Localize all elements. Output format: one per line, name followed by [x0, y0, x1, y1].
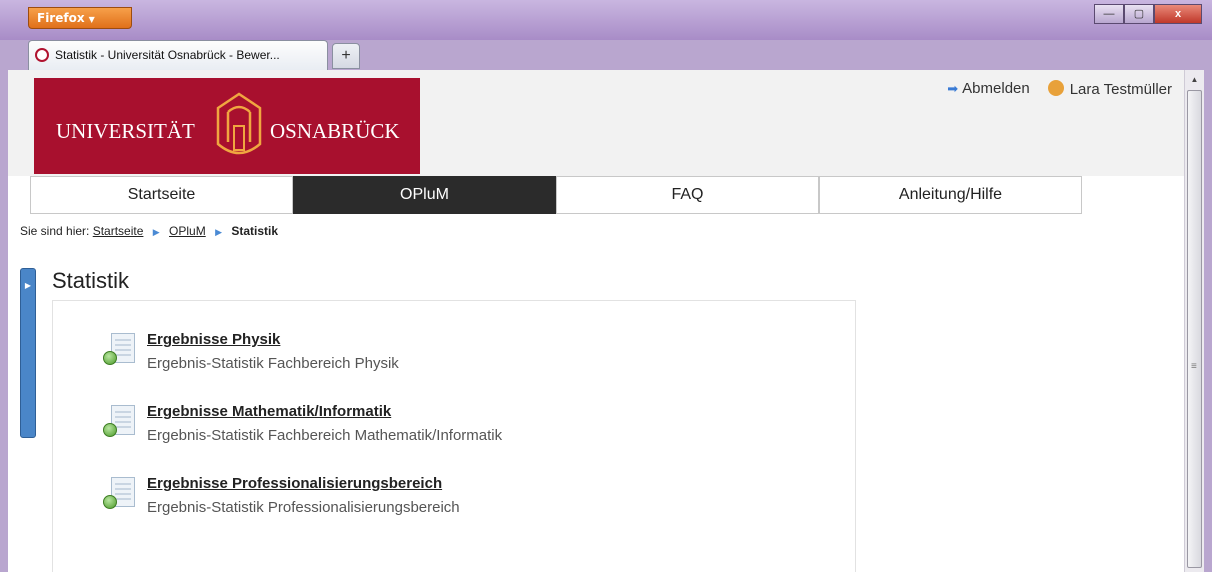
entry-description: Ergebnis-Statistik Professionalisierungs… [147, 499, 460, 516]
browser-tab-title: Statistik - Universität Osnabrück - Bewe… [55, 48, 280, 62]
breadcrumb-arrow-icon: ▶ [152, 227, 160, 237]
scroll-up-arrow-icon[interactable]: ▲ [1187, 72, 1202, 87]
user-icon [1047, 80, 1064, 96]
window-titlebar: Firefox ▼ — ▢ x [0, 0, 1212, 40]
logout-link[interactable]: ➡ Abmelden [947, 80, 1029, 98]
new-tab-button[interactable]: + [332, 43, 360, 69]
user-bar: ➡ Abmelden Lara Testmüller [947, 80, 1172, 98]
vertical-scrollbar[interactable]: ▲ ≡ [1184, 70, 1204, 572]
entry-description: Ergebnis-Statistik Fachbereich Physik [147, 355, 399, 372]
tab-bar: Statistik - Universität Osnabrück - Bewe… [8, 40, 1204, 70]
university-logo[interactable]: UNIVERSITÄT OSNABRÜCK [34, 78, 420, 174]
close-button[interactable]: x [1154, 4, 1202, 24]
entry-title-link[interactable]: Ergebnisse Physik [147, 331, 280, 348]
scrollbar-thumb[interactable]: ≡ [1187, 90, 1202, 568]
logout-label: Abmelden [962, 80, 1030, 97]
page-title: Statistik [52, 268, 130, 293]
logo-text-left: UNIVERSITÄT [56, 119, 195, 143]
minimize-button[interactable]: — [1094, 4, 1124, 24]
breadcrumb-current: Statistik [231, 224, 279, 238]
sidebar-toggle-button[interactable]: ▶ [20, 268, 36, 438]
page-viewport: UNIVERSITÄT OSNABRÜCK ➡ Abmelden Lara Tes… [8, 70, 1184, 572]
firefox-menu-button[interactable]: Firefox ▼ [28, 7, 132, 29]
entry-title-link[interactable]: Ergebnisse Mathematik/Informatik [147, 403, 391, 420]
arrow-right-icon: ➡ [947, 81, 959, 96]
nav-item-anleitung[interactable]: Anleitung/Hilfe [819, 176, 1082, 214]
university-crest-icon [216, 92, 262, 155]
entry-title-link[interactable]: Ergebnisse Professionalisierungsbereich [147, 475, 442, 492]
statistics-report-icon [103, 405, 137, 439]
breadcrumb-link-oplum[interactable]: OPluM [169, 224, 206, 238]
window-controls: — ▢ x [1094, 4, 1202, 24]
main-navigation: Startseite OPluM FAQ Anleitung/Hilfe [30, 176, 1082, 214]
statistics-report-icon [103, 477, 137, 511]
breadcrumb-link-startseite[interactable]: Startseite [93, 224, 144, 238]
chevron-right-icon: ▶ [24, 281, 32, 290]
user-profile-link[interactable]: Lara Testmüller [1047, 80, 1172, 98]
university-favicon-icon [35, 48, 49, 62]
chevron-down-icon: ▼ [88, 15, 95, 24]
nav-item-faq[interactable]: FAQ [556, 176, 819, 214]
breadcrumb-arrow-icon: ▶ [215, 227, 222, 237]
entry-description: Ergebnis-Statistik Fachbereich Mathemati… [147, 427, 503, 444]
maximize-button[interactable]: ▢ [1124, 4, 1154, 24]
breadcrumb-prefix: Sie sind hier: [20, 224, 90, 238]
statistics-list: Ergebnisse Physik Ergebnis-Statistik Fac… [52, 300, 856, 572]
logo-text-right: OSNABRÜCK [270, 119, 400, 143]
firefox-menu-label: Firefox [37, 11, 85, 25]
nav-item-startseite[interactable]: Startseite [30, 176, 293, 214]
breadcrumb: Sie sind hier: Startseite ▶ OPluM ▶ Stat… [20, 224, 278, 238]
grip-icon: ≡ [1191, 361, 1197, 372]
statistics-report-icon [103, 333, 137, 367]
site-header: UNIVERSITÄT OSNABRÜCK ➡ Abmelden Lara Tes… [8, 70, 1184, 176]
browser-tab[interactable]: Statistik - Universität Osnabrück - Bewe… [28, 40, 328, 70]
nav-item-oplum[interactable]: OPluM [293, 176, 556, 214]
user-name: Lara Testmüller [1069, 81, 1172, 98]
